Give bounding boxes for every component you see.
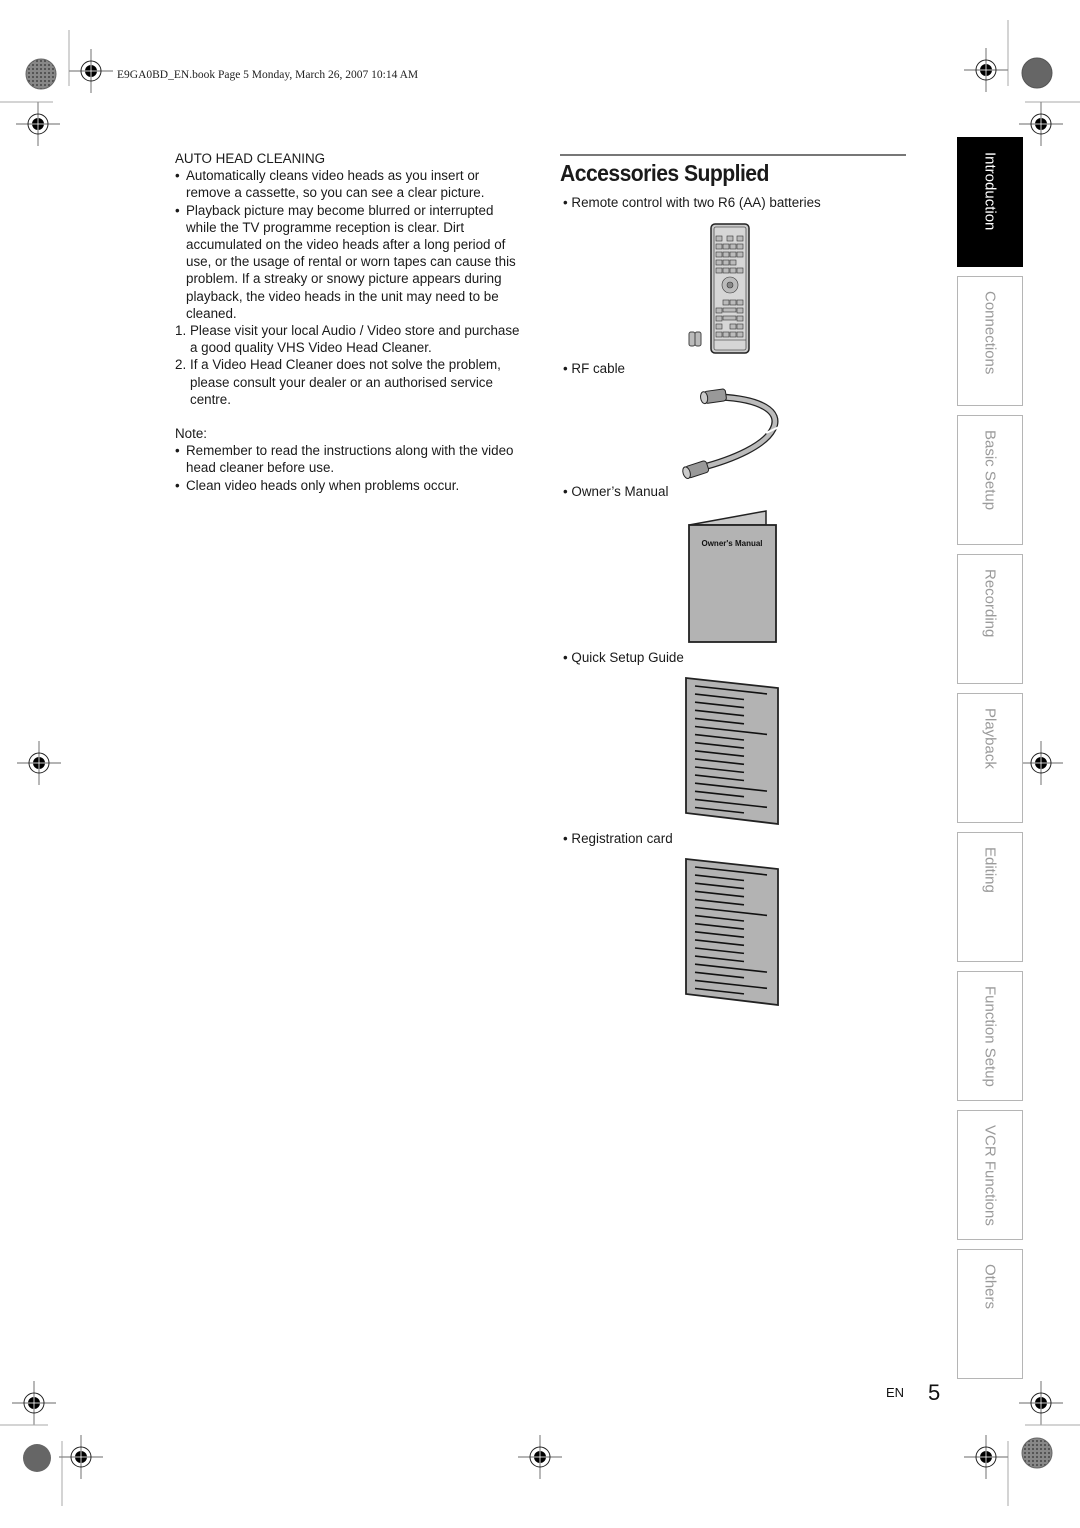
section-title: Accessories Supplied — [560, 160, 769, 186]
note-label: Note: — [175, 426, 208, 442]
section-rule — [560, 154, 906, 156]
bullet-item: Playback picture may become blurred or i… — [175, 202, 525, 322]
bullet-item: Automatically cleans video heads as you … — [175, 167, 525, 201]
step-text: Please visit your local Audio / Video st… — [190, 323, 520, 356]
step-number: 1. — [175, 323, 187, 339]
accessory-label: Remote control with two R6 (AA) batterie… — [563, 195, 820, 210]
tab-label: Playback — [981, 708, 999, 769]
tab-label: Basic Setup — [981, 430, 999, 511]
owners-manual-icon: Owner's Manual — [688, 510, 777, 643]
registration-card-icon — [685, 857, 779, 1007]
auto-head-cleaning-section: AUTO HEAD CLEANING Automatically cleans … — [175, 150, 525, 494]
tab-label: Function Setup — [981, 986, 999, 1087]
tab-label: Editing — [981, 847, 999, 893]
starburst-icon — [25, 58, 57, 90]
note-item: Remember to read the instructions along … — [175, 442, 525, 476]
tab-label: VCR Functions — [981, 1125, 999, 1226]
tab-label: Recording — [981, 569, 999, 638]
page-number: 5 — [928, 1380, 941, 1405]
tab-label: Connections — [981, 291, 999, 375]
tab-others[interactable]: Others — [957, 1249, 1023, 1379]
registration-marks — [0, 20, 1080, 1506]
tab-label: Introduction — [981, 152, 999, 231]
file-info-header: E9GA0BD_EN.book Page 5 Monday, March 26,… — [117, 69, 419, 81]
tab-label: Others — [981, 1264, 999, 1310]
tab-basic-setup[interactable]: Basic Setup — [957, 415, 1023, 545]
numbered-step: 1. Please visit your local Audio / Video… — [175, 322, 525, 356]
tab-editing[interactable]: Editing — [957, 832, 1023, 962]
starburst-icon — [1021, 1437, 1053, 1469]
step-text: If a Video Head Cleaner does not solve t… — [190, 357, 501, 407]
section-heading: AUTO HEAD CLEANING — [175, 151, 326, 166]
tab-connections[interactable]: Connections — [957, 276, 1023, 406]
starburst-icon — [1021, 57, 1053, 89]
manual-cover-text: Owner's Manual — [701, 539, 762, 548]
tab-introduction[interactable]: Introduction — [957, 137, 1023, 267]
accessory-label: RF cable — [563, 361, 625, 376]
tab-playback[interactable]: Playback — [957, 693, 1023, 823]
accessory-label: Owner’s Manual — [563, 484, 668, 499]
note-item: Clean video heads only when problems occ… — [175, 477, 525, 494]
tab-recording[interactable]: Recording — [957, 554, 1023, 684]
quick-setup-guide-icon — [685, 676, 779, 826]
accessory-label: Quick Setup Guide — [563, 650, 683, 665]
accessory-label: Registration card — [563, 831, 672, 846]
language-code: EN — [886, 1385, 905, 1400]
rf-cable-icon — [682, 388, 780, 480]
starburst-icon — [23, 1444, 51, 1472]
tab-vcr-functions[interactable]: VCR Functions — [957, 1110, 1023, 1240]
tab-function-setup[interactable]: Function Setup — [957, 971, 1023, 1101]
step-number: 2. — [175, 357, 187, 373]
numbered-step: 2. If a Video Head Cleaner does not solv… — [175, 356, 525, 408]
remote-control-icon — [688, 223, 750, 354]
